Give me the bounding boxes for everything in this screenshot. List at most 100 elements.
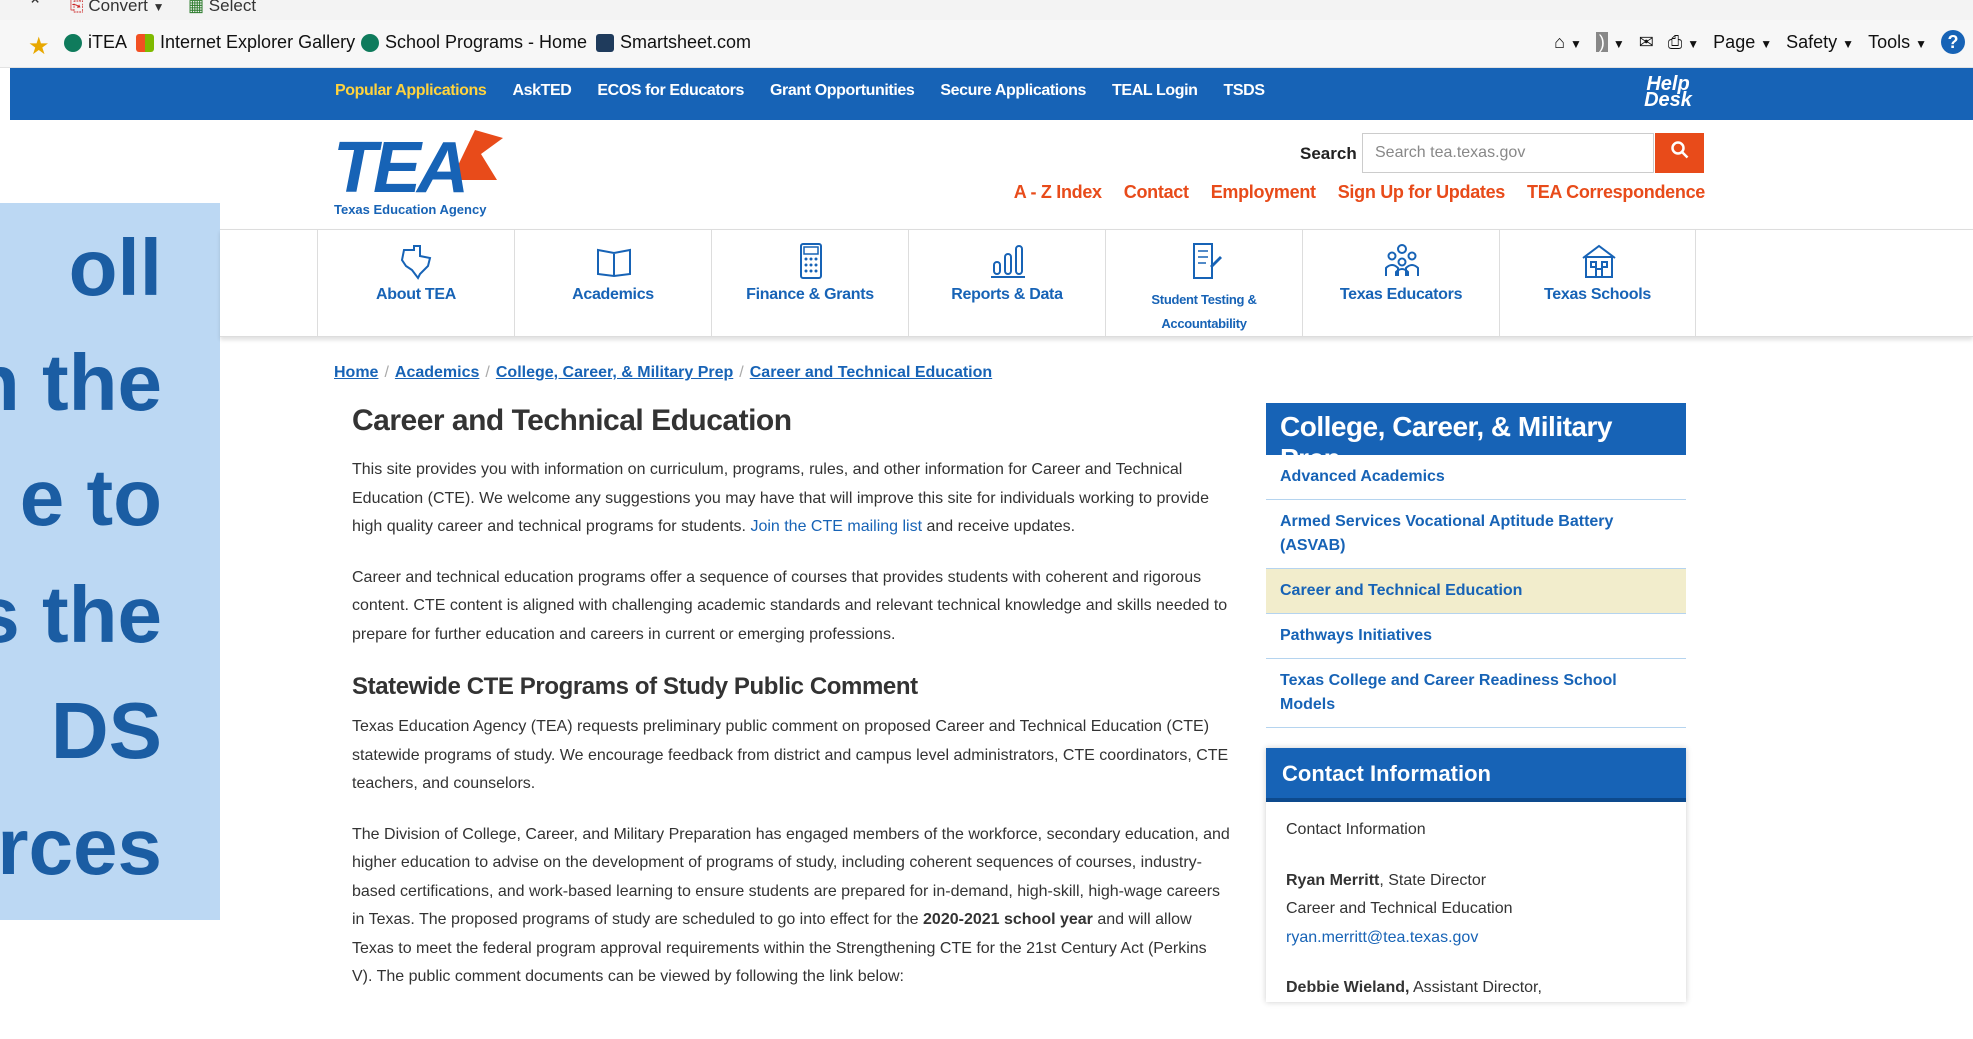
sharepoint-icon xyxy=(64,33,82,52)
calculator-icon xyxy=(800,243,822,279)
helpdesk-line2: Desk xyxy=(1644,89,1692,111)
test-document-icon xyxy=(1193,243,1222,279)
overlay-text-line: DS xyxy=(50,686,162,775)
contact-title: Contact Information xyxy=(1266,748,1686,802)
link-askted[interactable]: AskTED xyxy=(512,82,571,100)
page-menu[interactable]: Page ▼ xyxy=(1713,32,1772,53)
school-year-bold: 2020-2021 school year xyxy=(923,911,1093,928)
favorite-smartsheet[interactable]: Smartsheet.com xyxy=(596,32,751,53)
breadcrumb-separator: / xyxy=(384,364,389,381)
cte-description-paragraph: Career and technical education programs … xyxy=(352,568,1228,643)
sidebar-title: College, Career, & Military Prep xyxy=(1266,403,1686,474)
public-comment-paragraph: Texas Education Agency (TEA) requests pr… xyxy=(352,718,1229,792)
popular-applications-bar: Popular Applications AskTED ECOS for Edu… xyxy=(10,68,1973,120)
convert-label: Convert xyxy=(88,0,148,15)
print-icon[interactable]: ⎙ ▼ xyxy=(1668,32,1699,53)
select-label: Select xyxy=(208,0,257,15)
mail-icon[interactable]: ✉ xyxy=(1639,32,1654,53)
nav-label: Student Testing & Accountability xyxy=(1151,292,1257,331)
favorite-label: Internet Explorer Gallery xyxy=(160,32,356,52)
sidebar-item-pathways[interactable]: Pathways Initiatives xyxy=(1266,614,1686,659)
overlay-text-line: e to xyxy=(19,453,162,542)
nav-finance-grants[interactable]: Finance & Grants xyxy=(711,230,908,336)
smartsheet-icon xyxy=(596,33,614,52)
breadcrumb-academics[interactable]: Academics xyxy=(395,364,480,382)
link-secure-applications[interactable]: Secure Applications xyxy=(940,82,1086,100)
link-tsds[interactable]: TSDS xyxy=(1224,82,1265,100)
logo-tagline: Texas Education Agency xyxy=(334,202,487,217)
favorite-itea[interactable]: iTEA xyxy=(64,32,127,53)
texas-map-icon xyxy=(400,245,432,280)
sidebar-item-cte[interactable]: Career and Technical Education xyxy=(1266,569,1686,614)
search-button[interactable] xyxy=(1655,133,1704,173)
nav-student-testing[interactable]: Student Testing & Accountability xyxy=(1105,230,1302,336)
breadcrumb-separator: / xyxy=(739,364,744,381)
intro-text-end: and receive updates. xyxy=(922,518,1076,535)
nav-academics[interactable]: Academics xyxy=(514,230,711,336)
breadcrumb-cte[interactable]: Career and Technical Education xyxy=(750,364,992,382)
overlay-text-line: s the xyxy=(0,570,162,659)
intro-paragraph: This site provides you with information … xyxy=(352,456,1230,542)
link-grant-opportunities[interactable]: Grant Opportunities xyxy=(770,82,915,100)
link-ecos[interactable]: ECOS for Educators xyxy=(597,82,744,100)
nav-label: About TEA xyxy=(376,286,456,303)
contact-email-link[interactable]: ryan.merritt@tea.texas.gov xyxy=(1286,929,1478,946)
link-teal-login[interactable]: TEAL Login xyxy=(1112,82,1198,100)
contact-name: Ryan Merritt xyxy=(1286,871,1380,889)
link-sign-up-for-updates[interactable]: Sign Up for Updates xyxy=(1338,182,1506,203)
educators-icon xyxy=(1385,244,1419,276)
link-a-z-index[interactable]: A - Z Index xyxy=(1014,182,1102,203)
help-icon[interactable]: ? xyxy=(1941,30,1965,54)
cte-mailing-list-link[interactable]: Join the CTE mailing list xyxy=(750,518,922,535)
breadcrumb-separator: / xyxy=(485,364,490,381)
convert-button[interactable]: ⎘ Convert ▼ xyxy=(70,0,165,16)
search-icon xyxy=(1670,141,1688,159)
breadcrumb-ccmp[interactable]: College, Career, & Military Prep xyxy=(496,364,733,382)
nav-about-tea[interactable]: About TEA xyxy=(317,230,514,336)
safety-menu[interactable]: Safety ▼ xyxy=(1786,32,1854,53)
contact-department: Career and Technical Education xyxy=(1286,900,1513,917)
favorite-school-programs[interactable]: School Programs - Home xyxy=(361,32,587,53)
link-employment[interactable]: Employment xyxy=(1211,182,1316,203)
link-tea-correspondence[interactable]: TEA Correspondence xyxy=(1527,182,1705,203)
favorite-ie-gallery[interactable]: Internet Explorer Gallery xyxy=(136,32,355,53)
main-navigation: About TEA Academics Finance & Grants Rep… xyxy=(220,229,1973,337)
search-label: Search xyxy=(1300,144,1357,163)
open-book-icon xyxy=(597,248,631,278)
link-contact[interactable]: Contact xyxy=(1124,182,1189,203)
helpdesk-logo[interactable]: Help Desk xyxy=(1628,74,1708,112)
favorite-label: School Programs - Home xyxy=(385,32,588,52)
breadcrumb-home[interactable]: Home xyxy=(334,364,378,382)
search-input[interactable] xyxy=(1362,133,1654,173)
favorites-star-icon[interactable]: ★ xyxy=(28,32,50,61)
utility-links: A - Z Index Contact Employment Sign Up f… xyxy=(1014,182,1706,203)
overlay-text-line: n the xyxy=(0,338,162,427)
select-button[interactable]: ▦ Select xyxy=(188,0,256,16)
nav-reports-data[interactable]: Reports & Data xyxy=(908,230,1105,336)
slide-overlay-panel: oll n the e to s the DS rces xyxy=(0,203,220,920)
sharepoint-icon xyxy=(361,33,379,52)
logo-letters: TEA xyxy=(333,128,469,208)
bar-chart-icon xyxy=(991,245,1025,278)
nav-texas-educators[interactable]: Texas Educators xyxy=(1302,230,1499,336)
nav-texas-schools[interactable]: Texas Schools xyxy=(1499,230,1696,336)
nav-label: Texas Schools xyxy=(1544,286,1651,303)
contact-person-2: Debbie Wieland, Assistant Director, xyxy=(1286,974,1666,1003)
safety-menu-label: Safety xyxy=(1786,31,1838,52)
nav-label: Texas Educators xyxy=(1339,286,1463,303)
sidebar-item-asvab[interactable]: Armed Services Vocational Aptitude Batte… xyxy=(1266,500,1686,569)
tea-logo[interactable]: TEA Texas Education Agency xyxy=(333,128,508,220)
favorite-label: iTEA xyxy=(88,32,128,52)
nav-label: Reports & Data xyxy=(951,286,1063,303)
tools-menu[interactable]: Tools ▼ xyxy=(1868,32,1927,53)
windows-logo-icon xyxy=(136,33,154,52)
home-icon[interactable]: ⌂ ▼ xyxy=(1554,32,1582,53)
feeds-icon[interactable]: ) ▼ xyxy=(1595,31,1625,53)
contact-subtitle: Contact Information xyxy=(1286,821,1426,838)
popular-applications-label: Popular Applications xyxy=(335,82,487,99)
tools-menu-label: Tools xyxy=(1868,31,1911,52)
favorite-label: Smartsheet.com xyxy=(620,32,752,52)
section-heading: Statewide CTE Programs of Study Public C… xyxy=(352,673,918,700)
collapse-icon[interactable]: ⌃ xyxy=(28,0,42,16)
sidebar-item-ccr-school-models[interactable]: Texas College and Career Readiness Schoo… xyxy=(1266,659,1686,728)
